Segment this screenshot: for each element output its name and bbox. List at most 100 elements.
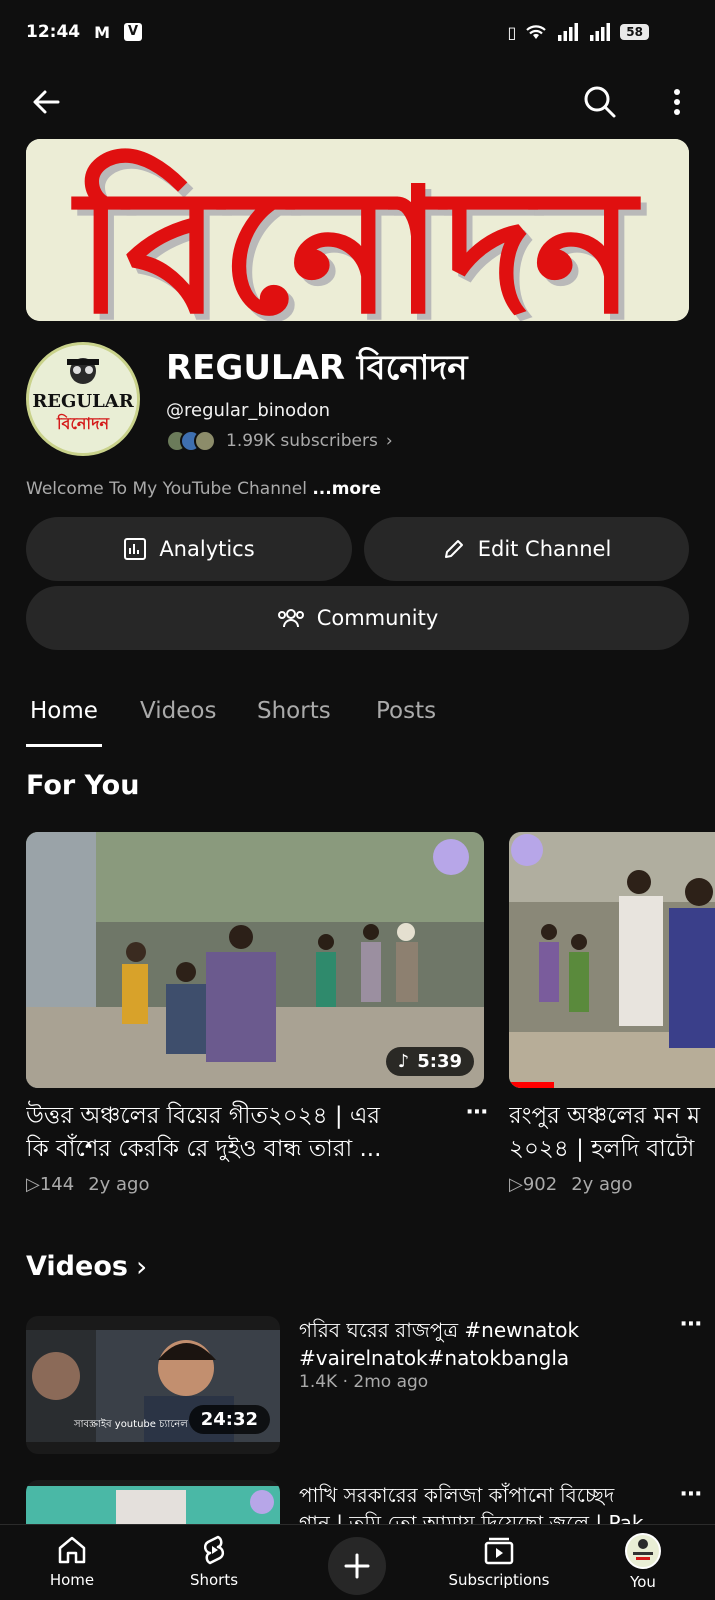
duration-badge-1: ♪ 5:39	[385, 1047, 474, 1076]
community-icon	[277, 609, 304, 628]
video-title-1-line2: #vairelnatok#natokbangla	[299, 1346, 570, 1370]
signal-icon-2	[590, 23, 611, 41]
videos-heading-label: Videos	[26, 1251, 128, 1282]
tab-home[interactable]: Home	[30, 698, 98, 724]
avatar-text: REGULAR	[32, 391, 134, 412]
more-vert-icon	[674, 89, 680, 115]
video-title-2-line2: গান | তুমি তো আমায় দিয়েছো জ্বলে | Pak	[299, 1511, 644, 1524]
video-title-2-line1: পাখি সরকারের কলিজা কাঁপানো বিচ্ছেদ	[299, 1483, 615, 1507]
chevron-right-icon: ›	[135, 1250, 148, 1283]
plus-icon	[344, 1553, 370, 1579]
banner-text: বিনোদন	[71, 148, 641, 321]
channel-description[interactable]: Welcome To My YouTube Channel ...more	[26, 479, 381, 499]
back-arrow-icon	[33, 90, 60, 114]
views-count-1: 144	[39, 1174, 75, 1195]
views-1: ▷144	[26, 1174, 74, 1195]
top-bar	[0, 78, 715, 126]
nav-home[interactable]: Home	[17, 1533, 127, 1589]
signal-icon	[558, 23, 579, 41]
home-icon	[58, 1536, 86, 1564]
analytics-label: Analytics	[159, 537, 255, 561]
subscriber-avatars	[166, 430, 216, 452]
nav-you-label: You	[630, 1573, 656, 1591]
music-note-icon: ♪	[397, 1051, 410, 1072]
for-you-title-1-line2: কি বাঁশের কেরকি রে দুইও বান্ধ তারা ...	[26, 1136, 382, 1162]
for-you-title-2[interactable]: রংপুর অঞ্চলের মন ম ২০২৪ | হলদি বাটো	[509, 1100, 715, 1166]
video-menu-1[interactable]: ⋯	[680, 1312, 703, 1337]
for-you-thumbnail-2[interactable]	[509, 832, 715, 1088]
video-meta-1: 1.4K · 2mo ago	[299, 1372, 429, 1392]
for-you-thumbnail-1[interactable]: ♪ 5:39	[26, 832, 484, 1088]
active-tab-indicator	[26, 744, 102, 747]
pencil-icon	[444, 540, 463, 558]
nav-you[interactable]: You	[588, 1533, 698, 1591]
vibrate-icon: ▯	[507, 22, 517, 42]
tab-shorts[interactable]: Shorts	[257, 698, 331, 724]
tab-videos[interactable]: Videos	[140, 698, 216, 724]
play-outline-icon: ▷	[26, 1174, 40, 1195]
tab-posts[interactable]: Posts	[376, 698, 436, 724]
duration-badge-video-1: 24:32	[188, 1405, 270, 1434]
subscribers-row[interactable]: 1.99K subscribers ›	[166, 430, 393, 452]
views-2: ▷902	[509, 1174, 557, 1195]
for-you-heading: For You	[26, 770, 140, 801]
more-options-button[interactable]	[662, 82, 692, 122]
for-you-meta-2: ▷902 2y ago	[509, 1174, 633, 1195]
channel-banner[interactable]: বিনোদন বিনোদন	[26, 139, 689, 321]
for-you-meta-1: ▷144 2y ago	[26, 1174, 150, 1195]
age-1: 2y ago	[88, 1174, 150, 1195]
community-button[interactable]: Community	[26, 586, 689, 650]
video-thumbnail-image-2	[26, 1480, 280, 1524]
bottom-navigation: Home Shorts Subscriptions You	[0, 1524, 715, 1600]
nav-home-label: Home	[49, 1571, 95, 1589]
thumbnail-image-2	[509, 832, 715, 1088]
more-link[interactable]: ...more	[312, 479, 381, 499]
for-you-title-1[interactable]: উত্তর অঞ্চলের বিয়ের গীত২০২৪ | এর কি বাঁ…	[26, 1100, 466, 1166]
back-button[interactable]	[26, 82, 66, 122]
channel-handle: @regular_binodon	[166, 400, 331, 421]
video-overlay-text: সাবস্ক্রাইব youtube চ্যানেল	[74, 1419, 188, 1430]
community-label: Community	[316, 606, 439, 630]
shorts-icon	[203, 1535, 225, 1565]
search-button[interactable]	[580, 82, 620, 122]
avatar-logo: REGULAR বিনোদন	[29, 345, 137, 453]
banner-art: বিনোদন বিনোদন	[26, 139, 689, 321]
description-text: Welcome To My YouTube Channel	[26, 479, 307, 499]
create-button[interactable]	[328, 1537, 386, 1595]
edit-channel-label: Edit Channel	[477, 537, 612, 561]
search-icon	[584, 86, 616, 118]
video-title-1[interactable]: গরিব ঘরের রাজপুত্র #newnatok #vairelnato…	[299, 1316, 669, 1372]
subscriber-count: 1.99K subscribers	[226, 431, 378, 451]
video-thumbnail-1[interactable]: সাবস্ক্রাইব youtube চ্যানেল 24:32	[26, 1316, 280, 1454]
for-you-menu-1[interactable]: ⋯	[466, 1100, 489, 1125]
for-you-title-2-line2: ২০২৪ | হলদি বাটো	[509, 1136, 695, 1162]
status-time: 12:44	[26, 22, 81, 42]
channel-avatar[interactable]: REGULAR বিনোদন	[26, 342, 140, 456]
age-2: 2y ago	[571, 1174, 633, 1195]
chevron-right-icon: ›	[385, 431, 393, 451]
for-you-title-2-line1: রংপুর অঞ্চলের মন ম	[509, 1103, 701, 1129]
subscriptions-icon	[484, 1537, 514, 1565]
for-you-title-1-line1: উত্তর অঞ্চলের বিয়ের গীত২০২৪ | এর	[26, 1103, 381, 1129]
wifi-icon	[526, 25, 547, 39]
analytics-button[interactable]: Analytics	[26, 517, 352, 581]
views-count-2: 902	[522, 1174, 558, 1195]
app-notification-icon: V	[124, 23, 143, 41]
analytics-icon	[124, 538, 147, 560]
profile-avatar-icon	[625, 1533, 661, 1569]
gmail-icon: M	[94, 22, 111, 42]
nav-shorts[interactable]: Shorts	[159, 1533, 269, 1589]
edit-channel-button[interactable]: Edit Channel	[364, 517, 689, 581]
video-title-2[interactable]: পাখি সরকারের কলিজা কাঁপানো বিচ্ছেদ গান |…	[299, 1481, 669, 1524]
video-thumbnail-2[interactable]	[26, 1480, 280, 1524]
nav-subscriptions[interactable]: Subscriptions	[444, 1533, 554, 1589]
nav-subscriptions-label: Subscriptions	[448, 1571, 550, 1589]
videos-heading[interactable]: Videos ›	[26, 1250, 147, 1283]
play-outline-icon-2: ▷	[509, 1174, 523, 1195]
video-menu-2[interactable]: ⋯	[680, 1482, 703, 1507]
channel-name: REGULAR বিনোদন	[166, 348, 468, 388]
channel-tabs: Home Videos Shorts Posts	[0, 690, 715, 748]
battery-level: 58	[620, 24, 649, 40]
duration-text-1: 5:39	[417, 1051, 462, 1072]
duration-text-video-1: 24:32	[200, 1409, 258, 1430]
